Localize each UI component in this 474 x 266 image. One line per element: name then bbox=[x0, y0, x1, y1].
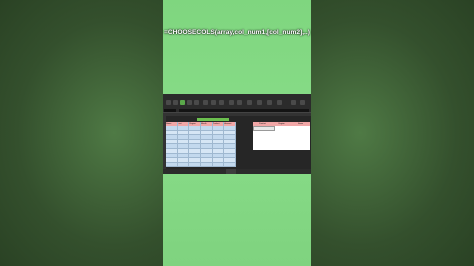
worksheet-grid[interactable]: Name Last Region Month Product Amount Pr… bbox=[163, 113, 311, 169]
ribbon-button[interactable] bbox=[166, 100, 171, 105]
ribbon-button[interactable] bbox=[257, 100, 262, 105]
ribbon-button[interactable] bbox=[277, 100, 282, 105]
column-headers[interactable] bbox=[163, 113, 311, 116]
formula-caption: =CHOOSECOLS(array,col_num1,[col_num2],..… bbox=[164, 29, 310, 36]
ribbon-button[interactable] bbox=[237, 100, 242, 105]
ribbon-button[interactable] bbox=[180, 100, 185, 105]
name-box[interactable] bbox=[164, 108, 176, 112]
selected-cell[interactable] bbox=[253, 126, 275, 131]
right-backdrop bbox=[311, 0, 474, 266]
sheet-tab-bar bbox=[163, 169, 311, 174]
table-row[interactable] bbox=[166, 162, 237, 168]
ribbon-button[interactable] bbox=[219, 100, 224, 105]
ribbon-button[interactable] bbox=[229, 100, 234, 105]
ribbon-button[interactable] bbox=[173, 100, 178, 105]
source-table: Name Last Region Month Product Amount bbox=[166, 122, 237, 168]
excel-window: Name Last Region Month Product Amount Pr… bbox=[163, 94, 311, 174]
sheet-title-banner bbox=[197, 118, 229, 121]
ribbon-button[interactable] bbox=[267, 100, 272, 105]
ribbon-button[interactable] bbox=[300, 100, 305, 105]
output-range: Product Region Name bbox=[253, 122, 310, 150]
ribbon-button[interactable] bbox=[194, 100, 199, 105]
ribbon-button[interactable] bbox=[187, 100, 192, 105]
ribbon-button[interactable] bbox=[211, 100, 216, 105]
ribbon-button[interactable] bbox=[247, 100, 252, 105]
ribbon-button[interactable] bbox=[291, 100, 296, 105]
active-sheet-tab[interactable] bbox=[226, 169, 236, 174]
formula-input[interactable] bbox=[179, 108, 309, 112]
ribbon bbox=[163, 94, 311, 109]
ribbon-button[interactable] bbox=[203, 100, 208, 105]
left-backdrop bbox=[0, 0, 163, 266]
output-header-cell[interactable]: Name bbox=[291, 122, 310, 126]
